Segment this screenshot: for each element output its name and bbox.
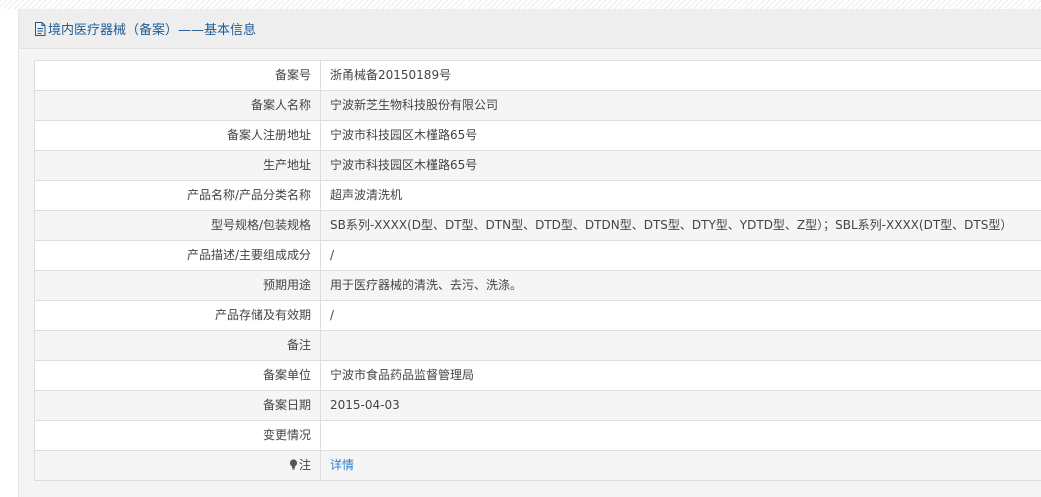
table-row: 产品描述/主要组成成分 / (34, 240, 1041, 271)
row-label: 备案日期 (34, 390, 321, 421)
panel-title-text: 境内医疗器械（备案）——基本信息 (48, 23, 257, 38)
note-label: 注 (34, 450, 321, 481)
row-value: 宁波新芝生物科技股份有限公司 (320, 90, 1041, 121)
row-value: / (320, 240, 1041, 271)
row-label: 预期用途 (34, 270, 321, 301)
row-value: SB系列-XXXX(D型、DT型、DTN型、DTD型、DTDN型、DTS型、DT… (320, 210, 1041, 241)
row-value: 宁波市科技园区木槿路65号 (320, 120, 1041, 151)
row-label: 备案号 (34, 60, 321, 91)
table-row: 生产地址 宁波市科技园区木槿路65号 (34, 150, 1041, 181)
row-value: 宁波市科技园区木槿路65号 (320, 150, 1041, 181)
info-table: 备案号 浙甬械备20150189号 备案人名称 宁波新芝生物科技股份有限公司 备… (34, 60, 1041, 481)
document-icon (35, 22, 46, 36)
lightbulb-icon (289, 459, 298, 470)
table-row: 备案人注册地址 宁波市科技园区木槿路65号 (34, 120, 1041, 151)
row-label: 备案人名称 (34, 90, 321, 121)
row-value: / (320, 300, 1041, 331)
row-label: 产品描述/主要组成成分 (34, 240, 321, 271)
note-label-text: 注 (298, 458, 311, 472)
row-label: 产品存储及有效期 (34, 300, 321, 331)
row-value: 浙甬械备20150189号 (320, 60, 1041, 91)
row-label: 生产地址 (34, 150, 321, 181)
table-row: 备案人名称 宁波新芝生物科技股份有限公司 (34, 90, 1041, 121)
info-table-wrapper: 备案号 浙甬械备20150189号 备案人名称 宁波新芝生物科技股份有限公司 备… (34, 60, 1041, 481)
panel-header: 境内医疗器械（备案）——基本信息 (19, 9, 1041, 49)
table-row: 变更情况 (34, 420, 1041, 451)
top-decorative-stripe (0, 0, 1041, 9)
table-row: 备案号 浙甬械备20150189号 (34, 60, 1041, 91)
panel-title: 境内医疗器械（备案）——基本信息 (34, 22, 256, 39)
row-value: 超声波清洗机 (320, 180, 1041, 211)
table-row: 备案日期 2015-04-03 (34, 390, 1041, 421)
table-row: 备注 (34, 330, 1041, 361)
table-row: 备案单位 宁波市食品药品监督管理局 (34, 360, 1041, 391)
note-value: 详情 (320, 450, 1041, 481)
info-panel: 境内医疗器械（备案）——基本信息 备案号 浙甬械备20150189号 备案人名称… (18, 9, 1041, 497)
row-label: 型号规格/包装规格 (34, 210, 321, 241)
row-label: 备案单位 (34, 360, 321, 391)
row-label: 产品名称/产品分类名称 (34, 180, 321, 211)
row-value: 宁波市食品药品监督管理局 (320, 360, 1041, 391)
note-row: 注 详情 (34, 450, 1041, 481)
details-link[interactable]: 详情 (330, 458, 354, 472)
row-label: 备注 (34, 330, 321, 361)
table-row: 产品存储及有效期 / (34, 300, 1041, 331)
row-value: 2015-04-03 (320, 390, 1041, 421)
row-value (320, 330, 1041, 361)
row-label: 变更情况 (34, 420, 321, 451)
row-value (320, 420, 1041, 451)
table-row: 预期用途 用于医疗器械的清洗、去污、洗涤。 (34, 270, 1041, 301)
table-row: 型号规格/包装规格 SB系列-XXXX(D型、DT型、DTN型、DTD型、DTD… (34, 210, 1041, 241)
table-row: 产品名称/产品分类名称 超声波清洗机 (34, 180, 1041, 211)
row-value: 用于医疗器械的清洗、去污、洗涤。 (320, 270, 1041, 301)
row-label: 备案人注册地址 (34, 120, 321, 151)
